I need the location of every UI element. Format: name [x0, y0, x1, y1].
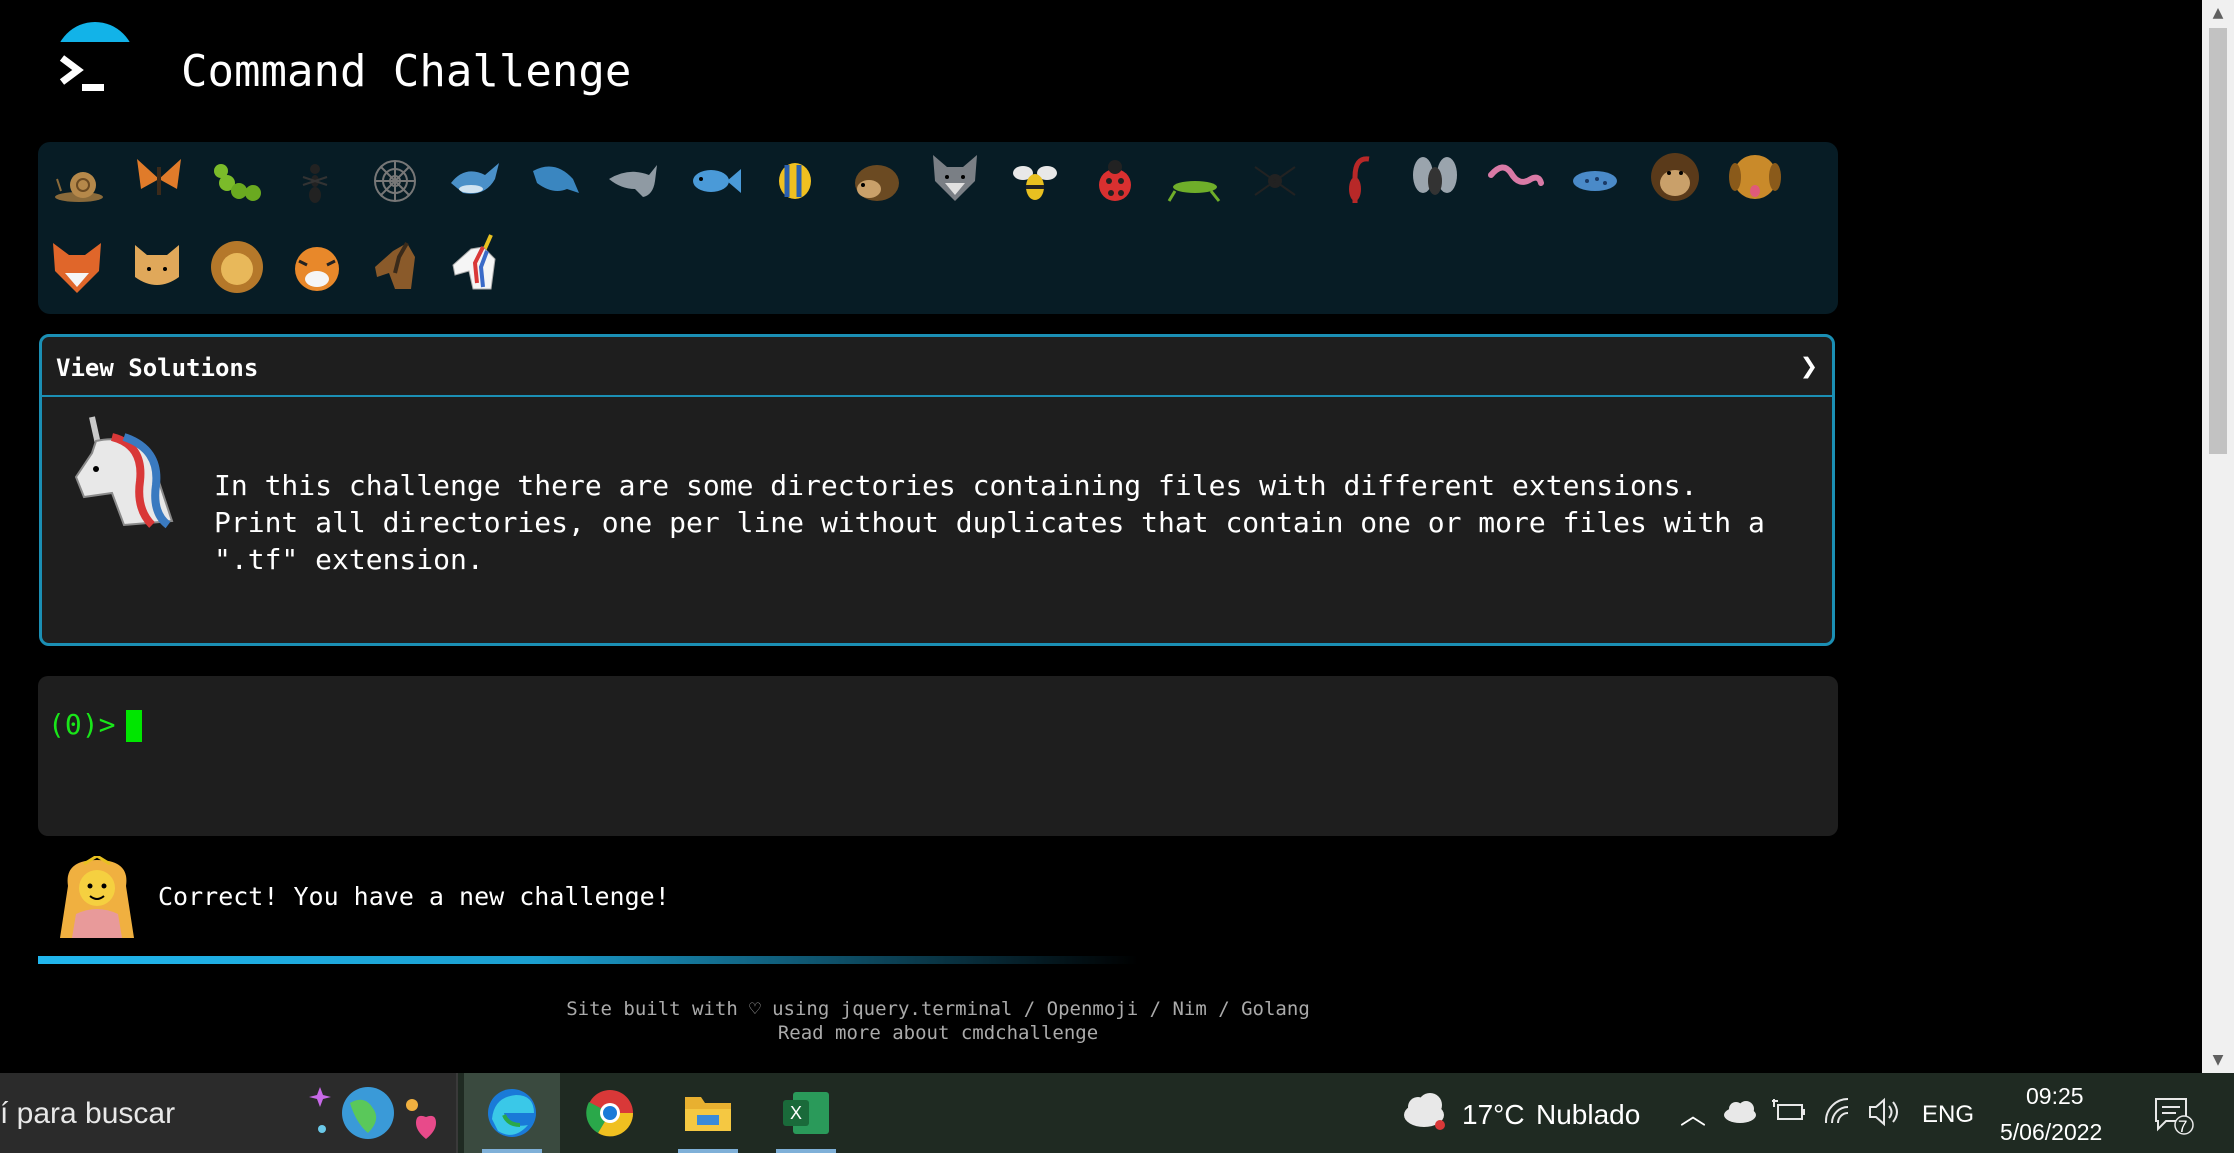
tropical-fish-icon[interactable] [764, 150, 826, 212]
fly-icon[interactable] [1404, 146, 1466, 208]
clock-date[interactable]: 5/06/2022 [2000, 1119, 2102, 1146]
battery-charging-icon[interactable] [1770, 1097, 1806, 1132]
progress-bar [38, 956, 1138, 964]
dolphin-icon[interactable] [604, 150, 666, 212]
clock-time[interactable]: 09:25 [2026, 1083, 2084, 1110]
spider-web-icon[interactable] [364, 150, 426, 212]
worm-icon[interactable] [1484, 150, 1546, 212]
svg-text:X: X [790, 1103, 802, 1123]
ant-icon[interactable] [284, 150, 346, 212]
view-solutions-header[interactable]: View Solutions ❯ [42, 337, 1832, 397]
wolf-icon[interactable] [924, 146, 986, 208]
microbe-icon[interactable] [1564, 150, 1626, 212]
ladybug-icon[interactable] [1084, 150, 1146, 212]
windows-taskbar: í para buscar X 17°C Nublado ︿ ENG 09:25… [0, 1073, 2234, 1153]
horse-icon[interactable] [366, 236, 428, 298]
terminal-prompt: (0)> [48, 708, 116, 741]
volume-icon[interactable] [1866, 1097, 1902, 1132]
browser-page: Command Challenge View Solutions ❯ In th… [0, 0, 2234, 1073]
fish-icon[interactable] [684, 150, 746, 212]
tiger-face-icon[interactable] [286, 236, 348, 298]
vertical-scrollbar[interactable]: ▲ ▼ [2202, 0, 2234, 1073]
notification-count-badge: 7 [2178, 1117, 2188, 1136]
fox-face-icon[interactable] [46, 236, 108, 298]
cricket-icon[interactable] [1164, 150, 1226, 212]
terminal-cursor[interactable] [126, 710, 142, 742]
language-indicator[interactable]: ENG [1922, 1101, 1974, 1129]
challenge-description: In this challenge there are some directo… [214, 469, 1765, 576]
spider-icon[interactable] [1244, 150, 1306, 212]
monkey-face-icon[interactable] [1644, 146, 1706, 208]
wifi-icon[interactable] [1822, 1097, 1854, 1132]
challenge-panel: View Solutions ❯ In this challenge there… [39, 334, 1835, 646]
hedgehog-icon[interactable] [844, 150, 906, 212]
lion-face-icon[interactable] [206, 236, 268, 298]
terminal-logo-icon[interactable] [52, 22, 138, 108]
weather-description[interactable]: Nublado [1536, 1099, 1640, 1131]
unicorn-icon[interactable] [446, 232, 508, 294]
onedrive-cloud-icon[interactable] [1722, 1099, 1758, 1128]
edge-icon[interactable] [464, 1073, 560, 1153]
whale-2-icon[interactable] [524, 148, 586, 210]
scroll-up-arrow-icon[interactable]: ▲ [2202, 0, 2234, 26]
weather-temperature[interactable]: 17°C [1462, 1099, 1525, 1131]
unicorn-icon [64, 413, 184, 533]
challenge-animals-panel [38, 142, 1838, 314]
terminal-console[interactable]: (0)> [38, 676, 1838, 836]
chevron-up-icon[interactable]: ︿ [1680, 1095, 1706, 1132]
excel-icon[interactable]: X [758, 1073, 854, 1153]
bee-icon[interactable] [1004, 150, 1066, 212]
scroll-thumb[interactable] [2209, 28, 2227, 454]
weather-cloud-icon[interactable] [1400, 1089, 1450, 1138]
snail-icon[interactable] [48, 150, 110, 212]
feedback-message: Correct! You have a new challenge! [158, 882, 670, 911]
chevron-right-icon[interactable]: ❯ [1800, 349, 1818, 384]
whale-icon[interactable] [444, 148, 506, 210]
scorpion-icon[interactable] [1324, 148, 1386, 210]
view-solutions-label[interactable]: View Solutions [56, 354, 258, 382]
search-placeholder[interactable]: í para buscar [0, 1097, 175, 1131]
footer-credits[interactable]: Site built with ♡ using jquery.terminal … [0, 998, 1876, 1020]
file-explorer-icon[interactable] [660, 1073, 756, 1153]
footer-read-more-link[interactable]: Read more about cmdchallenge [0, 1022, 1876, 1044]
notification-center-icon[interactable] [2152, 1095, 2196, 1140]
caterpillar-icon[interactable] [206, 150, 268, 212]
fairy-icon [54, 854, 140, 942]
taskbar-search-box[interactable]: í para buscar [0, 1073, 458, 1153]
butterfly-icon[interactable] [128, 148, 190, 210]
dog-face-icon[interactable] [1724, 146, 1786, 208]
page-title[interactable]: Command Challenge [181, 46, 631, 97]
search-highlight-icon[interactable] [302, 1083, 452, 1148]
chrome-icon[interactable] [562, 1073, 658, 1153]
cat-face-icon[interactable] [126, 236, 188, 298]
scroll-down-arrow-icon[interactable]: ▼ [2202, 1047, 2234, 1073]
